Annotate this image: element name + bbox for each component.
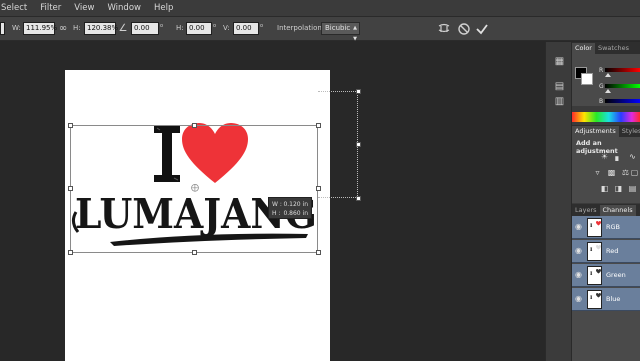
popup-w-label: W :	[272, 201, 282, 208]
black-white-icon[interactable]: ▢	[629, 168, 640, 178]
reference-point-field-stub[interactable]	[0, 22, 5, 35]
vertical-skew-field[interactable]: 0.00	[233, 22, 259, 35]
channel-row-red[interactable]: ◉ I Red	[572, 240, 640, 263]
cancel-icon[interactable]	[457, 22, 471, 36]
transform-info-popup: W :0.120 in H :0.860 in	[268, 197, 312, 219]
tab-styles[interactable]: Styles	[619, 126, 640, 137]
tab-layers[interactable]: Layers	[572, 205, 600, 216]
color-tab-row: Color Swatches	[572, 42, 640, 54]
warp-icon[interactable]	[437, 22, 451, 36]
channel-thumbnail: I	[587, 218, 602, 237]
levels-icon[interactable]: ▖	[613, 152, 624, 162]
interpolation-select[interactable]: Bicubic ▲ ▼	[321, 22, 360, 42]
info-panel-icon[interactable]: ▥	[553, 95, 566, 108]
width-field[interactable]: 111.95%	[23, 22, 57, 35]
collapsed-panel-strip: ▦ ▤ ▥	[545, 42, 572, 361]
transform-handle-tr[interactable]	[316, 123, 321, 128]
hue-saturation-icon[interactable]: ▩	[606, 168, 617, 178]
bounds-handle-bottom[interactable]	[356, 196, 361, 201]
adjustments-panel: Add an adjustment ☀ ▖ ∿ ▿ ▩ ⚖ ▢ ◧ ◨ ▤	[572, 137, 640, 203]
properties-panel-icon[interactable]: ▤	[553, 80, 566, 93]
layer-bounds-dotted	[318, 91, 358, 198]
transform-handle-ml[interactable]	[68, 186, 73, 191]
red-slider[interactable]	[605, 68, 640, 72]
transform-options-bar: W: 111.95% ∞ H: 120.38% ∠ 0.00 o H: 0.00…	[0, 17, 640, 42]
width-label: W:	[12, 24, 21, 32]
menu-bar: Select Filter View Window Help	[0, 0, 640, 17]
horizontal-skew-field[interactable]: 0.00	[186, 22, 212, 35]
channel-thumbnail: I	[587, 266, 602, 285]
transform-handle-tm[interactable]	[192, 123, 197, 128]
visibility-eye-icon[interactable]: ◉	[575, 270, 584, 279]
degree-symbol-v: o	[260, 23, 264, 29]
channel-thumbnail: I	[587, 242, 602, 261]
height-field[interactable]: 120.38%	[84, 22, 118, 35]
degree-symbol: o	[160, 23, 164, 29]
transform-handle-bl[interactable]	[68, 250, 73, 255]
brightness-contrast-icon[interactable]: ☀	[599, 152, 610, 162]
channel-name: Red	[606, 247, 619, 255]
green-channel-label: G	[599, 83, 604, 90]
background-color-swatch[interactable]	[581, 73, 593, 85]
channel-name: RGB	[606, 223, 621, 231]
bounds-handle-top[interactable]	[356, 89, 361, 94]
history-panel-icon[interactable]: ▦	[553, 55, 566, 68]
interpolation-label: Interpolation:	[277, 24, 325, 32]
transform-handle-br[interactable]	[316, 250, 321, 255]
red-channel-label: R	[599, 67, 604, 74]
curves-icon[interactable]: ∿	[627, 152, 638, 162]
vertical-skew-label: V:	[223, 24, 230, 32]
commit-checkmark-icon[interactable]	[475, 22, 489, 36]
tab-color[interactable]: Color	[572, 43, 595, 54]
transform-handle-tl[interactable]	[68, 123, 73, 128]
channel-row-rgb[interactable]: ◉ I RGB	[572, 216, 640, 239]
adjustments-tab-row: Adjustments Styles	[572, 125, 640, 137]
blue-slider[interactable]	[605, 99, 640, 103]
degree-symbol-h: o	[213, 23, 217, 29]
menu-filter[interactable]: Filter	[40, 3, 61, 13]
channel-row-green[interactable]: ◉ I Green	[572, 264, 640, 287]
tab-adjustments[interactable]: Adjustments	[572, 126, 619, 137]
right-panel-dock: Color Swatches R G B Adjustments Styles …	[572, 42, 640, 361]
menu-select[interactable]: Select	[1, 3, 27, 13]
channel-thumbnail: I	[587, 290, 602, 309]
layers-tab-row: Layers Channels	[572, 204, 640, 216]
chain-link-icon[interactable]: ∞	[56, 22, 70, 36]
gradient-map-icon[interactable]: ▤	[627, 184, 638, 194]
rotate-angle-field[interactable]: 0.00	[131, 22, 159, 35]
color-spectrum-bar[interactable]	[572, 112, 640, 122]
menu-view[interactable]: View	[74, 3, 94, 13]
popup-h-value: 0.860 in	[283, 210, 308, 217]
vibrance-icon[interactable]: ▿	[592, 168, 603, 178]
channel-row-blue[interactable]: ◉ I Blue	[572, 288, 640, 311]
visibility-eye-icon[interactable]: ◉	[575, 246, 584, 255]
channel-name: Green	[606, 271, 626, 279]
blue-channel-label: B	[599, 98, 604, 105]
tab-swatches[interactable]: Swatches	[595, 43, 632, 54]
red-slider-thumb[interactable]	[605, 73, 611, 77]
interpolation-value: Bicubic	[325, 24, 351, 32]
height-label: H:	[73, 24, 81, 32]
popup-h-label: H :	[272, 210, 281, 217]
menu-window[interactable]: Window	[107, 3, 141, 13]
horizontal-skew-label: H:	[176, 24, 184, 32]
color-panel: R G B	[572, 54, 640, 106]
green-slider-thumb[interactable]	[605, 89, 611, 93]
green-slider[interactable]	[605, 84, 640, 88]
visibility-eye-icon[interactable]: ◉	[575, 222, 584, 231]
menu-help[interactable]: Help	[154, 3, 173, 13]
tab-channels[interactable]: Channels	[599, 205, 636, 216]
channels-panel: ◉ I RGB ◉ I Red ◉ I Green ◉ I Blue	[572, 216, 640, 361]
threshold-icon[interactable]: ◨	[613, 184, 624, 194]
reference-point-icon[interactable]: ⨁	[191, 183, 199, 192]
transform-handle-mr[interactable]	[316, 186, 321, 191]
popup-w-value: 0.120 in	[283, 201, 308, 208]
channel-name: Blue	[606, 295, 621, 303]
transform-handle-bm[interactable]	[192, 250, 197, 255]
angle-icon: ∠	[118, 23, 128, 34]
visibility-eye-icon[interactable]: ◉	[575, 294, 584, 303]
bounds-handle-mid[interactable]	[356, 142, 361, 147]
invert-icon[interactable]: ◧	[599, 184, 610, 194]
